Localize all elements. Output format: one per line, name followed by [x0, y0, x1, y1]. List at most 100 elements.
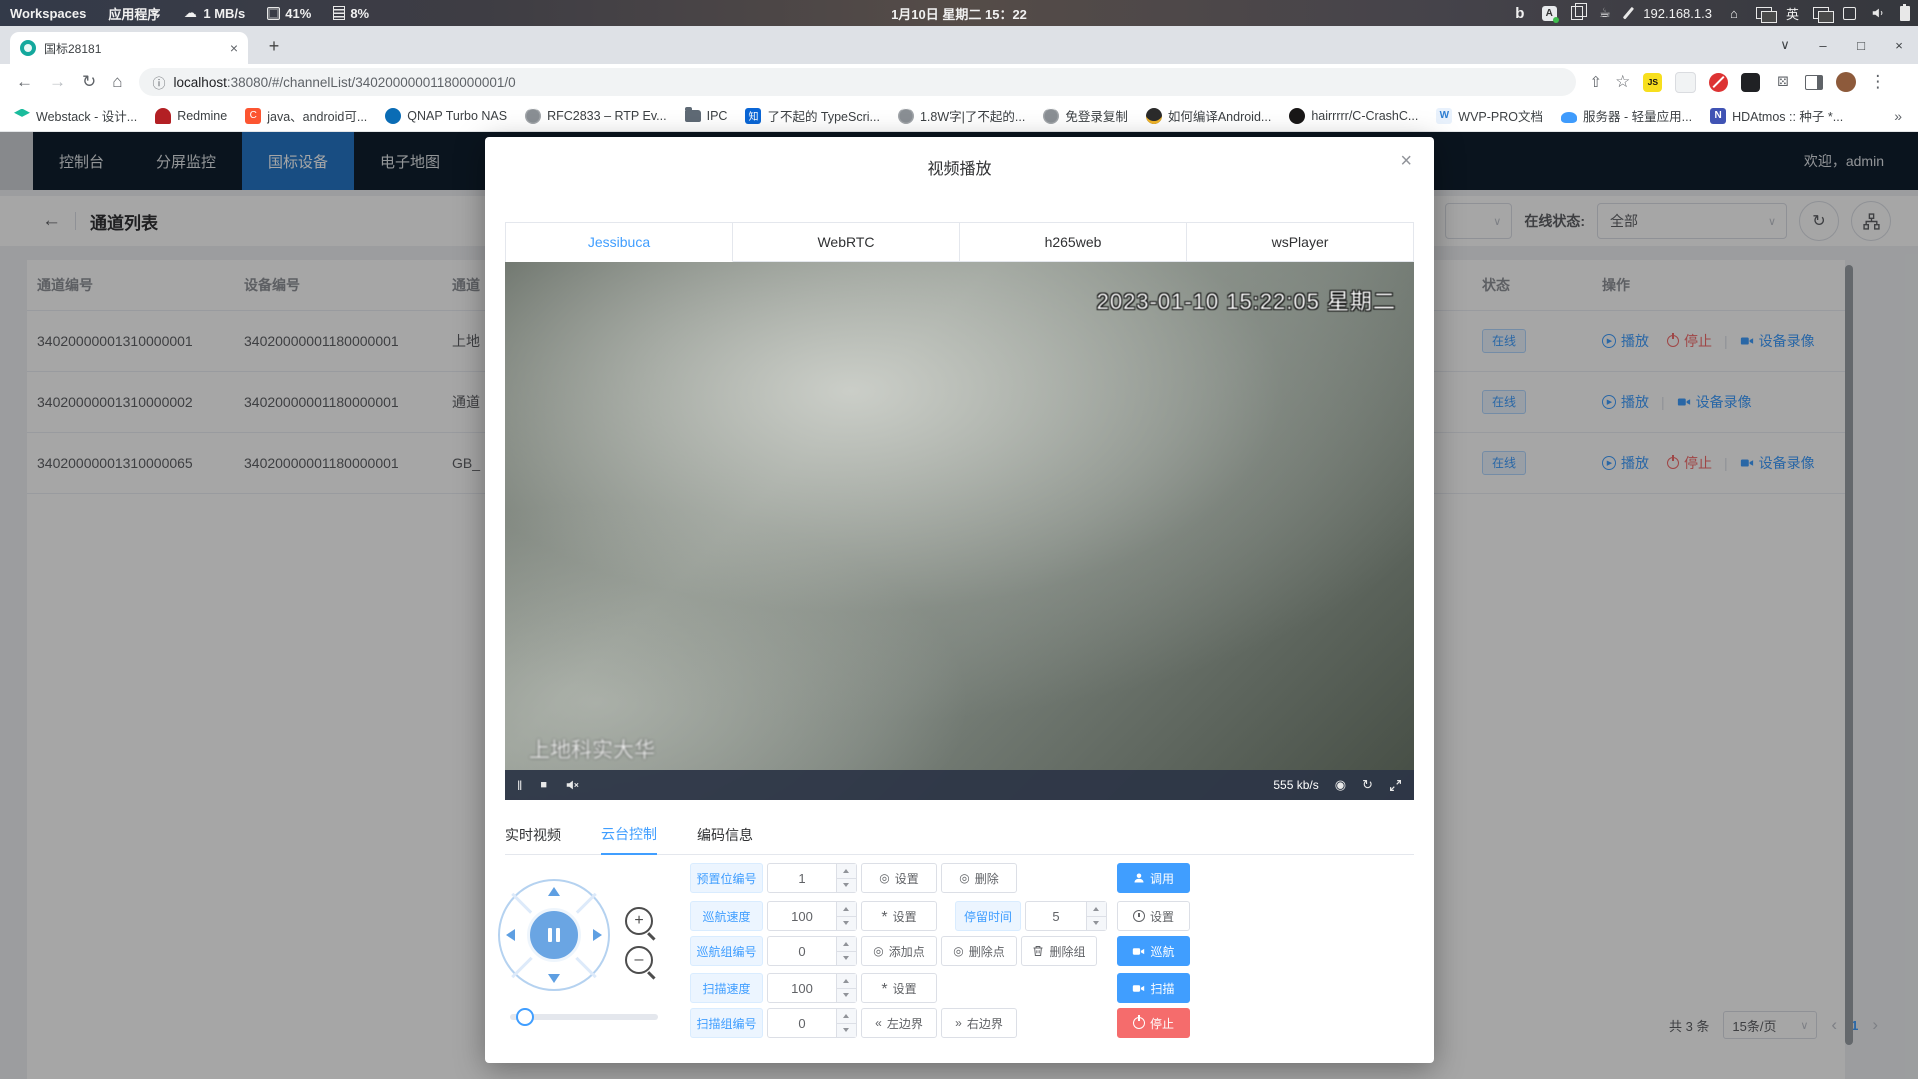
zoom-in-button[interactable]: + [625, 907, 653, 935]
tab-live-video[interactable]: 实时视频 [505, 815, 561, 855]
tab-ptz-control[interactable]: 云台控制 [601, 815, 657, 855]
applications-menu[interactable]: 应用程序 [108, 4, 160, 23]
bookmark-item[interactable]: 知了不起的 TypeScri... [745, 106, 880, 125]
forward-icon[interactable]: → [49, 72, 66, 92]
tab-h265web[interactable]: h265web [960, 223, 1187, 262]
video-player[interactable]: 2023-01-10 15:22:05 星期二 上地科实大华 ‖ ■ 555 k… [505, 262, 1414, 800]
window-close-button[interactable]: × [1880, 38, 1918, 53]
extension-js-icon[interactable]: JS [1643, 73, 1662, 92]
bookmark-item[interactable]: Cjava、android可... [245, 106, 367, 125]
screenshot-tray-icon[interactable] [1623, 7, 1634, 19]
extensions-puzzle-icon[interactable]: ⚄ [1773, 73, 1792, 92]
ime-tray-icon[interactable]: A [1542, 6, 1557, 21]
preset-set-button[interactable]: ◎设置 [861, 863, 937, 893]
decrease-icon[interactable] [837, 917, 856, 931]
bookmark-item[interactable]: NHDAtmos :: 种子 *... [1710, 106, 1843, 125]
reload-icon[interactable]: ↻ [82, 72, 96, 92]
bookmark-item[interactable]: IPC [685, 109, 728, 123]
decrease-icon[interactable] [837, 952, 856, 966]
bookmark-item[interactable]: 1.8W字|了不起的... [898, 106, 1025, 125]
ptz-down-arrow[interactable] [548, 974, 560, 983]
bookmark-item[interactable]: hairrrrr/C-CrashC... [1289, 108, 1418, 124]
number-stepper[interactable] [836, 902, 856, 930]
scan-group-input[interactable]: 0 [767, 1008, 857, 1038]
cruise-button[interactable]: 巡航 [1117, 936, 1190, 966]
decrease-icon[interactable] [1087, 917, 1106, 931]
home-icon[interactable]: ⌂ [112, 72, 122, 92]
increase-icon[interactable] [1087, 902, 1106, 917]
scan-speed-input[interactable]: 100 [767, 973, 857, 1003]
cruise-speed-input[interactable]: 100 [767, 901, 857, 931]
player-refresh-button[interactable]: ↻ [1362, 777, 1373, 793]
window-maximize-button[interactable]: □ [1842, 38, 1880, 53]
number-stepper[interactable] [836, 974, 856, 1002]
decrease-icon[interactable] [837, 879, 856, 893]
decrease-icon[interactable] [837, 989, 856, 1003]
workspaces-button[interactable]: Workspaces [10, 6, 86, 21]
add-point-button[interactable]: ◎添加点 [861, 936, 937, 966]
zoom-out-button[interactable]: – [625, 946, 653, 974]
increase-icon[interactable] [837, 937, 856, 952]
left-boundary-button[interactable]: «左边界 [861, 1008, 937, 1038]
extension-icon[interactable] [1675, 72, 1696, 93]
scan-speed-set-button[interactable]: *设置 [861, 973, 937, 1003]
snapshot-button[interactable]: ◉ [1335, 777, 1346, 793]
stop-ptz-button[interactable]: 停止 [1117, 1008, 1190, 1038]
bookmark-star-icon[interactable]: ☆ [1615, 72, 1630, 92]
delete-group-button[interactable]: 删除组 [1021, 936, 1097, 966]
decrease-icon[interactable] [837, 1024, 856, 1038]
pause-button[interactable]: ‖ [517, 778, 522, 793]
workspace-switcher-icon[interactable] [1756, 7, 1772, 19]
window-minimize-button[interactable]: – [1804, 38, 1842, 53]
caffeine-tray-icon[interactable]: ☕ [1597, 5, 1613, 21]
stay-time-input[interactable]: 5 [1025, 901, 1107, 931]
cruise-group-input[interactable]: 0 [767, 936, 857, 966]
bookmark-item[interactable]: QNAP Turbo NAS [385, 108, 507, 124]
increase-icon[interactable] [837, 902, 856, 917]
stop-button[interactable]: ■ [540, 779, 547, 791]
dialog-close-icon[interactable]: × [1400, 151, 1412, 171]
bookmark-item[interactable]: Webstack - 设计... [14, 106, 137, 125]
side-panel-icon[interactable] [1805, 75, 1823, 90]
volume-icon[interactable] [1870, 5, 1886, 21]
mute-button[interactable] [565, 778, 579, 792]
ip-address[interactable]: 192.168.1.3 [1643, 6, 1712, 21]
ptz-left-arrow[interactable] [506, 929, 515, 941]
right-boundary-button[interactable]: »右边界 [941, 1008, 1017, 1038]
number-stepper[interactable] [836, 864, 856, 892]
bookmarks-overflow-icon[interactable]: » [1894, 108, 1902, 124]
tab-jessibuca[interactable]: Jessibuca [506, 223, 733, 262]
scan-button[interactable]: 扫描 [1117, 973, 1190, 1003]
clipboard-tray-icon[interactable] [1571, 6, 1583, 20]
extension-dark-icon[interactable] [1741, 73, 1760, 92]
address-bar[interactable]: ⓘ localhost:38080/#/channelList/34020000… [139, 68, 1576, 96]
browser-tab[interactable]: 国标28181 × [10, 32, 248, 64]
delete-point-button[interactable]: ◎删除点 [941, 936, 1017, 966]
number-stepper[interactable] [836, 937, 856, 965]
tab-codec-info[interactable]: 编码信息 [697, 815, 753, 855]
increase-icon[interactable] [837, 974, 856, 989]
input-method-indicator[interactable]: 英 [1786, 4, 1799, 23]
stay-time-set-button[interactable]: 设置 [1117, 901, 1190, 931]
back-icon[interactable]: ← [16, 72, 33, 92]
number-stepper[interactable] [836, 1009, 856, 1037]
ptz-pause-button[interactable] [527, 908, 581, 962]
preset-call-button[interactable]: 调用 [1117, 863, 1190, 893]
preset-number-input[interactable]: 1 [767, 863, 857, 893]
bing-tray-icon[interactable]: b [1512, 5, 1528, 21]
extension-adblock-icon[interactable] [1709, 73, 1728, 92]
bookmark-item[interactable]: 免登录复制 [1043, 106, 1128, 125]
bookmark-item[interactable]: Redmine [155, 108, 227, 124]
profile-avatar[interactable] [1836, 72, 1856, 92]
share-icon[interactable]: ⇧ [1590, 73, 1603, 91]
site-info-icon[interactable]: ⓘ [153, 73, 166, 92]
tab-webrtc[interactable]: WebRTC [733, 223, 960, 262]
ptz-right-arrow[interactable] [593, 929, 602, 941]
bookmark-item[interactable]: 如何编译Android... [1146, 106, 1272, 125]
increase-icon[interactable] [837, 1009, 856, 1024]
tray-square-icon[interactable] [1843, 7, 1856, 20]
bookmark-item[interactable]: RFC2833 – RTP Ev... [525, 108, 667, 124]
home-tray-icon[interactable]: ⌂ [1726, 5, 1742, 21]
tab-search-chevron-icon[interactable]: ∨ [1766, 37, 1804, 53]
slider-handle[interactable] [516, 1008, 534, 1026]
